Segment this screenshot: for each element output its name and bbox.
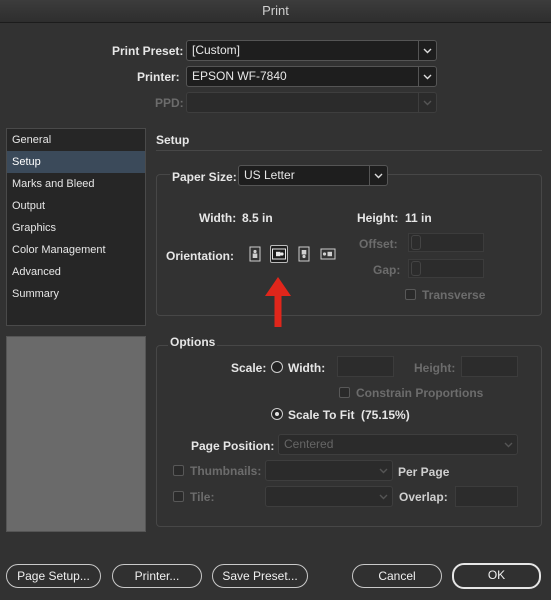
constrain-proportions-label: Constrain Proportions	[356, 386, 484, 400]
tile-label: Tile:	[190, 490, 215, 504]
paper-size-label: Paper Size:	[170, 170, 239, 184]
thumbnails-label: Thumbnails:	[190, 464, 262, 478]
tile-checkbox[interactable]	[173, 491, 184, 502]
chevron-down-icon	[418, 67, 436, 86]
window-title: Print	[0, 0, 551, 23]
thumbnails-checkbox[interactable]	[173, 465, 184, 476]
scale-height-input[interactable]	[461, 356, 518, 377]
page-setup-button[interactable]: Page Setup...	[6, 564, 101, 588]
sidebar-item-setup[interactable]: Setup	[7, 151, 145, 173]
cancel-button[interactable]: Cancel	[352, 564, 442, 588]
stepper-icon	[411, 235, 421, 250]
red-arrow-icon	[265, 277, 291, 327]
scale-width-label: Width:	[288, 361, 326, 375]
page-position-label: Page Position:	[191, 439, 275, 453]
sidebar-item-advanced[interactable]: Advanced	[7, 261, 145, 283]
scale-label: Scale:	[231, 361, 267, 375]
print-preset-value: [Custom]	[192, 43, 241, 57]
overlap-label: Overlap:	[399, 490, 448, 504]
transverse-checkbox[interactable]	[405, 289, 416, 300]
save-preset-button[interactable]: Save Preset...	[212, 564, 308, 588]
orientation-label: Orientation:	[166, 249, 234, 263]
chevron-down-icon	[418, 93, 436, 112]
offset-label: Offset:	[359, 237, 398, 251]
reverse-landscape-icon[interactable]	[319, 245, 337, 263]
sidebar-item-general[interactable]: General	[7, 129, 145, 151]
chevron-down-icon	[500, 435, 517, 454]
paper-height-label: Height:	[357, 211, 399, 225]
chevron-down-icon	[375, 461, 392, 480]
printer-label: Printer:	[137, 70, 180, 84]
tile-select[interactable]	[265, 486, 393, 507]
page-position-value: Centered	[284, 437, 334, 451]
setup-section-title: Setup	[156, 133, 190, 147]
category-sidebar: General Setup Marks and Bleed Output Gra…	[6, 128, 146, 326]
constrain-proportions-checkbox[interactable]	[339, 387, 350, 398]
options-section-title: Options	[168, 335, 218, 349]
paper-width-label: Width:	[199, 211, 237, 225]
sidebar-item-graphics[interactable]: Graphics	[7, 217, 145, 239]
print-preset-label: Print Preset:	[112, 44, 184, 58]
chevron-down-icon	[369, 166, 387, 185]
gap-label: Gap:	[373, 263, 401, 277]
scale-to-fit-radio[interactable]	[271, 408, 283, 420]
scale-to-fit-value: (75.15%)	[361, 408, 410, 422]
paper-size-value: US Letter	[244, 168, 295, 182]
thumbnails-select[interactable]	[265, 460, 393, 481]
transverse-label: Transverse	[422, 288, 486, 302]
gap-field[interactable]	[408, 259, 484, 278]
printer-select[interactable]: EPSON WF-7840	[186, 66, 437, 87]
scale-to-fit-label: Scale To Fit	[288, 408, 355, 422]
scale-width-input[interactable]	[337, 356, 394, 377]
sidebar-item-output[interactable]: Output	[7, 195, 145, 217]
ok-button[interactable]: OK	[452, 563, 541, 589]
overlap-input[interactable]	[455, 486, 518, 507]
reverse-portrait-icon[interactable]	[295, 245, 313, 263]
chevron-down-icon	[375, 487, 392, 506]
paper-size-select[interactable]: US Letter	[238, 165, 388, 186]
sidebar-item-color-management[interactable]: Color Management	[7, 239, 145, 261]
sidebar-item-summary[interactable]: Summary	[7, 283, 145, 305]
paper-height-value: 11 in	[405, 211, 432, 225]
ppd-label: PPD:	[155, 96, 184, 110]
portrait-icon[interactable]	[246, 245, 264, 263]
chevron-down-icon	[418, 41, 436, 60]
sidebar-item-marks-and-bleed[interactable]: Marks and Bleed	[7, 173, 145, 195]
printer-value: EPSON WF-7840	[192, 69, 287, 83]
ppd-select[interactable]	[186, 92, 437, 113]
stepper-icon	[411, 261, 421, 276]
page-preview	[6, 336, 146, 532]
offset-field[interactable]	[408, 233, 484, 252]
landscape-icon[interactable]	[270, 245, 288, 263]
scale-width-radio[interactable]	[271, 361, 283, 373]
paper-width-value: 8.5 in	[242, 211, 273, 225]
scale-height-label: Height:	[414, 361, 456, 375]
print-preset-select[interactable]: [Custom]	[186, 40, 437, 61]
printer-button[interactable]: Printer...	[112, 564, 202, 588]
page-position-select[interactable]: Centered	[278, 434, 518, 455]
per-page-label: Per Page	[398, 465, 450, 479]
setup-divider	[156, 150, 542, 151]
